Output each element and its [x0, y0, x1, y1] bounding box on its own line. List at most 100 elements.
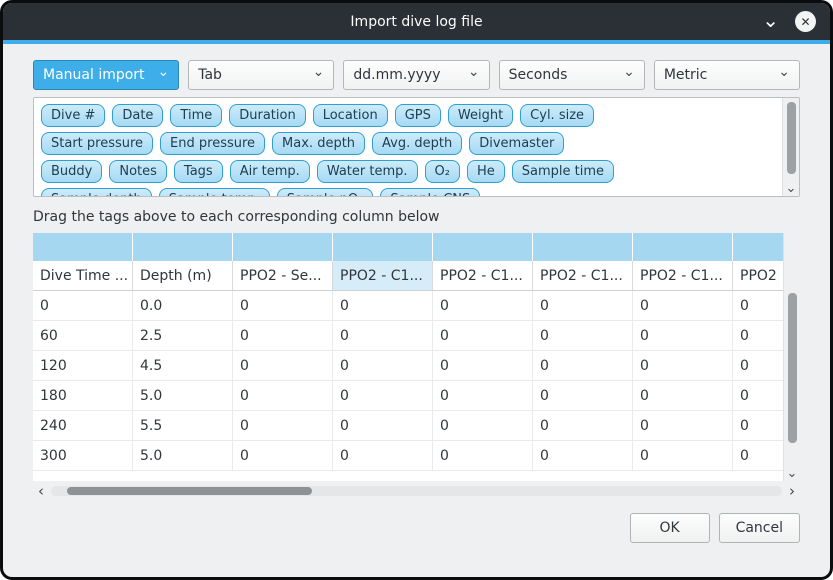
table-cell: 180 — [33, 381, 133, 411]
chevron-down-icon[interactable]: ⌄ — [784, 468, 800, 480]
titlebar[interactable]: Import dive log file ⌄ ✕ — [3, 3, 830, 40]
table-vertical-scrollbar[interactable]: ⌄ — [783, 233, 800, 481]
table-cell: 0 — [733, 351, 783, 381]
table-cell: 5.0 — [133, 441, 233, 471]
drop-target-cell[interactable] — [733, 233, 783, 261]
dropdown-tab[interactable]: Tab⌄ — [188, 60, 334, 90]
table-cell: 0 — [533, 411, 633, 441]
table-cell: 2.5 — [133, 321, 233, 351]
table-cell: 0 — [333, 411, 433, 441]
window-title: Import dive log file — [350, 14, 482, 30]
drop-target-cell[interactable] — [33, 233, 133, 261]
table-cell: 0 — [233, 381, 333, 411]
table-cell: 0 — [533, 381, 633, 411]
tag-buddy[interactable]: Buddy — [41, 160, 102, 183]
table-cell: 0 — [533, 291, 633, 321]
drop-target-cell[interactable] — [533, 233, 633, 261]
table-row: 3005.0000000 — [33, 441, 783, 471]
table-cell: 0 — [433, 441, 533, 471]
tag-sample-cns[interactable]: Sample CNS — [380, 188, 480, 196]
chevron-down-icon: ⌄ — [468, 67, 480, 77]
table-cell: 0 — [333, 291, 433, 321]
tag-sample-po[interactable]: Sample pO₂ — [277, 188, 374, 196]
tag-sample-temp[interactable]: Sample temp. — [159, 188, 270, 196]
dropdown-manual-import[interactable]: Manual import⌄ — [33, 60, 179, 90]
table-cell: 0 — [533, 321, 633, 351]
tag-divemaster[interactable]: Divemaster — [469, 132, 564, 155]
drop-target-row[interactable] — [33, 233, 783, 261]
chevron-down-icon: ⌄ — [623, 67, 635, 77]
dropdown-label: Metric — [664, 67, 708, 83]
tag-start-pressure[interactable]: Start pressure — [41, 132, 153, 155]
tag-box-scrollbar[interactable]: ⌄ — [782, 98, 799, 196]
table-horizontal-scrollbar[interactable]: ‹ › — [33, 483, 800, 499]
table-cell: 0 — [33, 291, 133, 321]
scrollbar-thumb[interactable] — [788, 293, 797, 443]
drop-target-cell[interactable] — [633, 233, 733, 261]
dropdown-seconds[interactable]: Seconds ⌄ — [499, 60, 645, 90]
column-header-0: Dive Time ... — [33, 261, 133, 291]
tag-tags[interactable]: Tags — [174, 160, 223, 183]
tag-weight[interactable]: Weight — [448, 104, 513, 127]
dropdown-dd-mm-yyyy[interactable]: dd.mm.yyyy⌄ — [343, 60, 489, 90]
column-header-7: PPO2 — [733, 261, 783, 291]
drop-target-cell[interactable] — [433, 233, 533, 261]
tag-row: Start pressure End pressure Max. depth Avg.… — [41, 132, 778, 155]
chevron-right-icon[interactable]: › — [784, 484, 800, 498]
tag-max-depth[interactable]: Max. depth — [272, 132, 365, 155]
table-cell: 5.0 — [133, 381, 233, 411]
tag-air-temp[interactable]: Air temp. — [230, 160, 310, 183]
chevron-down-icon: ⌄ — [313, 67, 325, 77]
tag-gps[interactable]: GPS — [395, 104, 441, 127]
scrollbar-track[interactable] — [51, 486, 782, 496]
dropdown-label: Seconds — [509, 67, 568, 83]
tag-notes[interactable]: Notes — [109, 160, 167, 183]
tag-end-pressure[interactable]: End pressure — [160, 132, 265, 155]
close-icon[interactable]: ✕ — [795, 11, 816, 32]
chevron-down-icon[interactable]: ⌄ — [783, 183, 799, 195]
tag-row: Dive # Date Time Duration Location GPS Weight C… — [41, 104, 778, 127]
drop-target-cell[interactable] — [233, 233, 333, 261]
table-cell: 0 — [633, 441, 733, 471]
instruction-text: Drag the tags above to each correspondin… — [33, 209, 800, 225]
cancel-button[interactable]: Cancel — [719, 513, 800, 543]
tag-sample-time[interactable]: Sample time — [512, 160, 614, 183]
table-row: 00.0000000 — [33, 291, 783, 321]
dropdown-metric[interactable]: Metric ⌄ — [654, 60, 800, 90]
table-cell: 120 — [33, 351, 133, 381]
table-cell: 0 — [733, 411, 783, 441]
table-cell: 4.5 — [133, 351, 233, 381]
tag-water-temp[interactable]: Water temp. — [317, 160, 418, 183]
tag-duration[interactable]: Duration — [229, 104, 305, 127]
tag-row: Sample depth Sample temp. Sample pO₂ Sample… — [41, 188, 778, 196]
dialog-buttons: OK Cancel — [33, 513, 800, 543]
table-row: 1204.5000000 — [33, 351, 783, 381]
column-header-2: PPO2 - Se... — [233, 261, 333, 291]
scrollbar-thumb[interactable] — [67, 487, 312, 495]
table-cell: 0 — [233, 291, 333, 321]
table-cell: 0 — [533, 441, 633, 471]
drop-target-cell[interactable] — [133, 233, 233, 261]
tag-row: Buddy Notes Tags Air temp. Water temp. O₂ He Sa… — [41, 160, 778, 183]
scrollbar-thumb[interactable] — [787, 102, 796, 174]
chevron-down-icon: ⌄ — [157, 67, 169, 77]
tag-avg-depth[interactable]: Avg. depth — [372, 132, 462, 155]
tag-cyl-size[interactable]: Cyl. size — [520, 104, 594, 127]
titlebar-icons: ⌄ ✕ — [762, 3, 816, 40]
chevron-down-icon: ⌄ — [778, 67, 790, 77]
tag-he[interactable]: He — [467, 160, 505, 183]
chevron-left-icon[interactable]: ‹ — [33, 484, 49, 498]
table-cell: 60 — [33, 321, 133, 351]
tag-sample-depth[interactable]: Sample depth — [41, 188, 152, 196]
tag-box: Dive # Date Time Duration Location GPS Weight C… — [33, 97, 800, 197]
tag-dive[interactable]: Dive # — [41, 104, 105, 127]
tag-location[interactable]: Location — [313, 104, 388, 127]
tag-time[interactable]: Time — [170, 104, 222, 127]
tag-date[interactable]: Date — [112, 104, 163, 127]
tag-o[interactable]: O₂ — [425, 160, 460, 183]
drop-target-cell[interactable] — [333, 233, 433, 261]
chevron-down-icon[interactable]: ⌄ — [762, 13, 779, 31]
table-cell: 0 — [633, 321, 733, 351]
ok-button[interactable]: OK — [630, 513, 710, 543]
table-cell: 0 — [733, 291, 783, 321]
